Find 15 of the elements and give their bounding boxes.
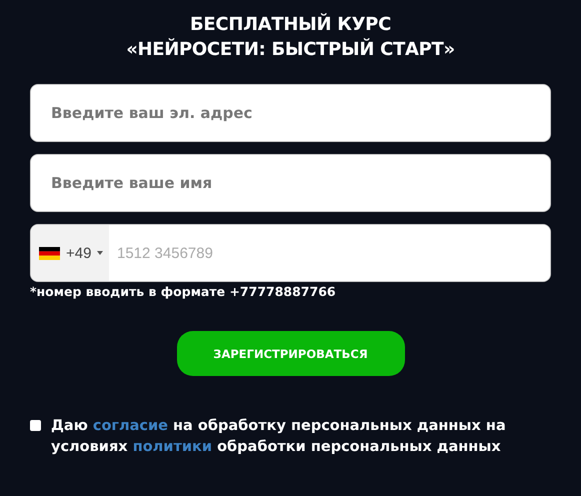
checkbox[interactable]	[30, 420, 41, 431]
register-button[interactable]: ЗАРЕГИСТРИРОВАТЬСЯ	[176, 331, 404, 376]
consent-text: Даю согласие на обработку персональных данных на условиях политики обработки персональных данных	[51, 417, 507, 457]
phone-field[interactable]: +49 1512 3456789	[30, 224, 551, 282]
country-selector[interactable]: +49	[31, 225, 109, 281]
consent-link[interactable]: согласие	[92, 418, 168, 434]
input-field[interactable]: Введите ваше имя	[30, 154, 551, 212]
format-hint: *номер вводить в формате +77778887766	[30, 284, 337, 299]
form-title: БЕСПЛАТНЫЙ КУРС	[190, 12, 391, 37]
caret-icon	[97, 251, 104, 255]
consent-link[interactable]: политики	[132, 439, 212, 455]
country-code: +49	[66, 244, 92, 262]
form-title: «НЕЙРОСЕТИ: БЫСТРЫЙ СТАРТ»	[126, 37, 455, 62]
flag-icon	[39, 246, 60, 260]
input-field[interactable]: Введите ваш эл. адрес	[30, 84, 551, 142]
